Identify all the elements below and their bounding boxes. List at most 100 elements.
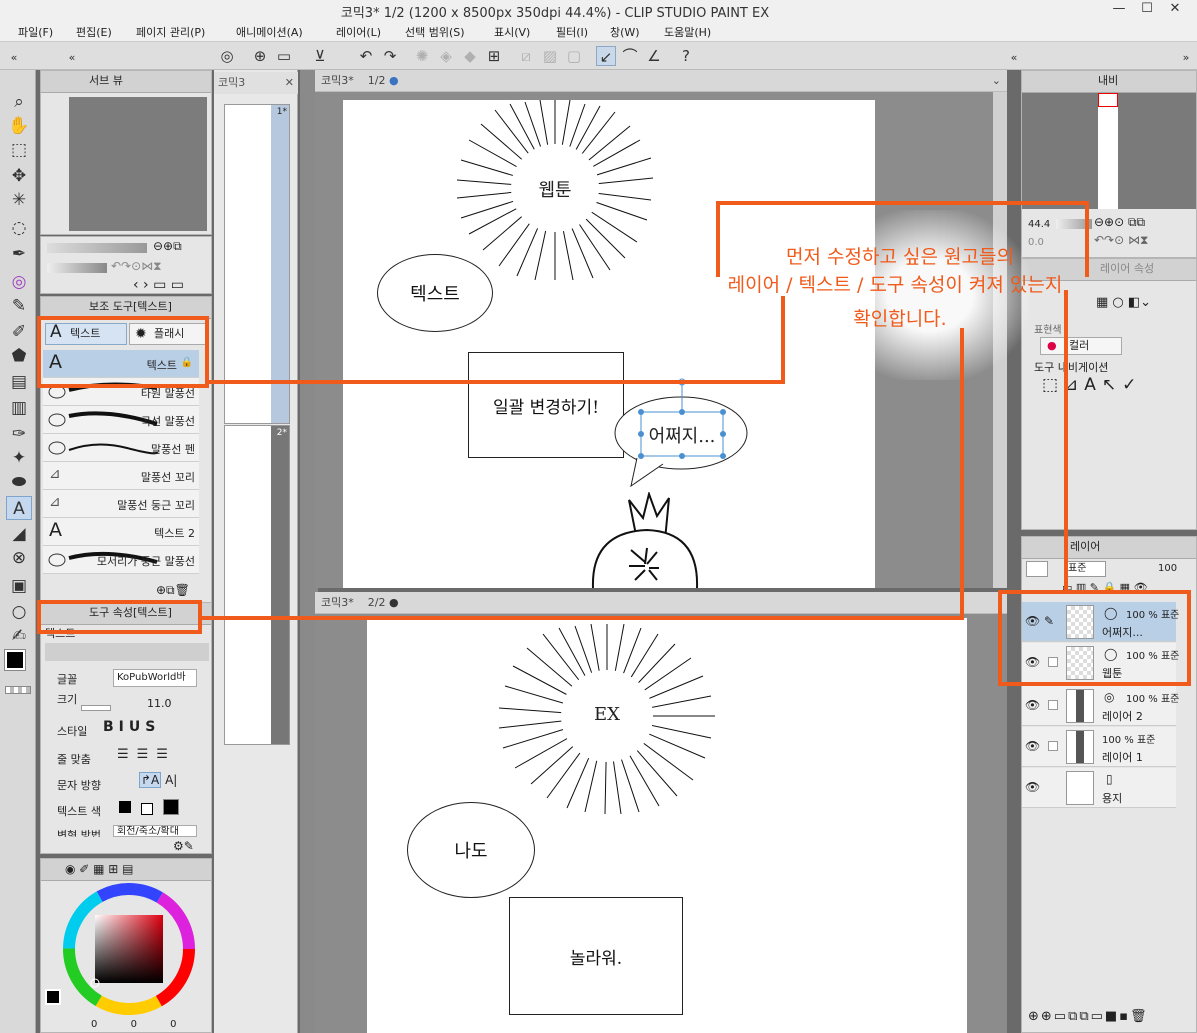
color-panel-tabs[interactable]: ◉ ✐ ▦ ⊞ ▤ [41, 859, 211, 881]
snap-ruler-icon[interactable]: ↙ [596, 46, 616, 66]
menu-selection[interactable]: 선택 범위(S) [405, 24, 465, 40]
pencil-icon[interactable]: ✐ [6, 320, 32, 344]
menu-window[interactable]: 창(W) [610, 24, 640, 40]
color-wheel[interactable] [61, 881, 197, 1017]
clear-icon[interactable]: ✺ [412, 46, 432, 66]
box-balloon-2[interactable]: 놀라워. [509, 897, 683, 1015]
zoom-buttons-icon[interactable]: ⊖⊕⧉ [153, 239, 182, 254]
font-select[interactable]: KoPubWorld바 [113, 669, 197, 687]
frame-border-icon[interactable]: ◢ [6, 522, 32, 546]
zoom-controls-icon[interactable]: ⊖⊕⊙ ⧉⧉ [1094, 215, 1145, 230]
layer-color-select[interactable] [1026, 561, 1048, 577]
show-selection-icon[interactable]: ▢ [564, 46, 584, 66]
help-icon[interactable]: ? [676, 46, 696, 66]
brush-icon[interactable]: ⬟ [6, 344, 32, 368]
page-1[interactable]: 웹툰 텍스트 일괄 변경하기! 어쩌지... [343, 100, 875, 588]
nav-buttons-icon[interactable]: ‹ › ▭ ▭ [133, 277, 184, 293]
selected-balloon-text[interactable]: 어쩌지... [641, 422, 723, 448]
subtool-curve-balloon[interactable]: 곡선 말풍선 [43, 406, 199, 434]
invert-selection-icon[interactable]: ▨ [540, 46, 560, 66]
navigator-preview[interactable] [1022, 93, 1196, 209]
layer-row-3[interactable]: 👁 100 % 표준 레이어 1 [1022, 727, 1176, 767]
wheel-main-color[interactable] [45, 989, 61, 1005]
airbrush-icon[interactable]: ▤ [6, 370, 32, 394]
zoom-tool-icon[interactable]: ⌕ [6, 90, 32, 114]
blend-icon[interactable]: ✦ [6, 446, 32, 470]
transform-select[interactable]: 회전/축소/확대 [113, 825, 197, 837]
lasso-icon[interactable]: ◌ [6, 216, 32, 240]
fill-tool-icon[interactable]: ▥ [6, 396, 32, 420]
layer-checkbox[interactable] [1048, 741, 1058, 751]
subtool-balloon-pen[interactable]: 말풍선 펜 [43, 434, 199, 462]
expand-right-icon[interactable]: » [1176, 48, 1196, 68]
menu-filter[interactable]: 필터(I) [556, 24, 588, 40]
menu-file[interactable]: 파일(F) [18, 24, 53, 40]
page-2[interactable]: EX 나도 놀라워. [367, 618, 967, 1033]
menu-view[interactable]: 표시(V) [494, 24, 530, 40]
eye-icon[interactable]: 👁 [1025, 780, 1040, 794]
minimize-button[interactable]: — [1108, 1, 1130, 19]
collapse-icon[interactable]: « [62, 48, 82, 68]
canvas-tab-1[interactable]: 코믹3* 1/2 ● ⌄ [315, 70, 1007, 92]
figure-icon[interactable]: ○ [6, 600, 32, 624]
new-file-icon[interactable]: ⊕ [250, 46, 270, 66]
zoom-value[interactable]: 44.4 [1028, 219, 1050, 230]
eye-icon[interactable]: 👁 [1025, 739, 1040, 753]
menu-animation[interactable]: 애니메이션(A) [236, 24, 303, 40]
transparent-swatch[interactable] [5, 686, 31, 694]
undo-icon[interactable]: ↶ [356, 46, 376, 66]
snap-grid-icon[interactable]: ∠ [644, 46, 664, 66]
page-thumb-1[interactable]: 1* [224, 104, 290, 424]
direction-buttons[interactable]: ↱A A| [139, 772, 177, 788]
gradient-icon[interactable]: ▣ [6, 574, 32, 598]
auto-select-icon[interactable]: ✳ [6, 188, 32, 212]
subtool-text-2[interactable]: A 텍스트 2 [43, 518, 199, 546]
correction-icon[interactable]: ✍ [6, 624, 32, 648]
layer-footer-icons[interactable]: ⊕⊕▭⧉⧉▭■▪🗑 [1028, 1009, 1149, 1024]
burst-text-2[interactable]: EX [567, 704, 647, 725]
text-sub-color[interactable] [141, 803, 153, 815]
ellipse-balloon-1[interactable]: 텍스트 [377, 254, 493, 332]
snap-special-ruler-icon[interactable]: ⌒ [620, 46, 640, 66]
main-color-swatch[interactable] [4, 649, 26, 671]
blend-mode-select[interactable]: 표준 [1064, 561, 1106, 577]
move-selection-icon[interactable]: ⊞ [484, 46, 504, 66]
subtool-actions-icon[interactable]: ⊕⧉🗑 [156, 583, 190, 598]
text-tool-icon[interactable]: A [6, 496, 32, 520]
eye-icon[interactable]: 👁 [1025, 698, 1040, 712]
tool-nav-buttons[interactable]: ⬚⊿A↖✓ [1042, 375, 1142, 395]
operation-tool-icon[interactable]: ⬚ [6, 138, 32, 162]
layer-row-2[interactable]: 👁 ◎ 100 % 표준 레이어 2 [1022, 686, 1179, 726]
page-thumb-2[interactable]: 2* [224, 425, 290, 745]
align-buttons[interactable]: ☰☰☰ [117, 747, 197, 767]
maximize-button[interactable]: ☐ [1136, 1, 1158, 19]
opacity-value[interactable]: 100 [1158, 563, 1177, 574]
menu-help[interactable]: 도움말(H) [664, 24, 711, 40]
brush-size-slider[interactable] [47, 243, 147, 253]
menu-page[interactable]: 페이지 관리(P) [136, 24, 205, 40]
pen-icon[interactable]: ✎ [6, 294, 32, 318]
rotate-buttons-icon[interactable]: ↶↷⊙⋈⧗ [111, 259, 162, 274]
text-color-swatch[interactable] [119, 801, 131, 813]
subtool-rounded-balloon[interactable]: 모서리가 둥근 말풍선 [43, 546, 199, 574]
deselect-icon[interactable]: ⧄ [516, 46, 536, 66]
move-layer-icon[interactable]: ✥ [6, 164, 32, 188]
size-slider[interactable] [81, 705, 111, 711]
fill-icon[interactable]: ◈ [436, 46, 456, 66]
size-value[interactable]: 11.0 [147, 697, 172, 710]
text-color-box[interactable] [163, 799, 179, 815]
layer-row-4[interactable]: 👁 ▯ 용지 [1022, 768, 1176, 808]
color-mode-select[interactable]: ● 컬러 [1040, 337, 1122, 355]
decoration-icon[interactable]: ◎ [6, 270, 32, 294]
collapse-right-icon[interactable]: « [1004, 48, 1024, 68]
navigator-tab[interactable]: 내비 [1022, 71, 1196, 93]
transform-icon[interactable]: ◆ [460, 46, 480, 66]
eraser-icon[interactable]: ⬬ [6, 470, 32, 494]
redo-icon[interactable]: ↷ [380, 46, 400, 66]
vector-pen-icon[interactable]: ✑ [6, 422, 32, 446]
tool-prop-settings-icon[interactable]: ⚙✎ [173, 839, 194, 853]
close-button[interactable]: ✕ [1164, 1, 1186, 19]
page-manager-tab[interactable]: 코믹3 ✕ [214, 72, 298, 94]
eyedropper-icon[interactable]: ✒ [6, 242, 32, 266]
hand-tool-icon[interactable]: ✋ [6, 114, 32, 138]
